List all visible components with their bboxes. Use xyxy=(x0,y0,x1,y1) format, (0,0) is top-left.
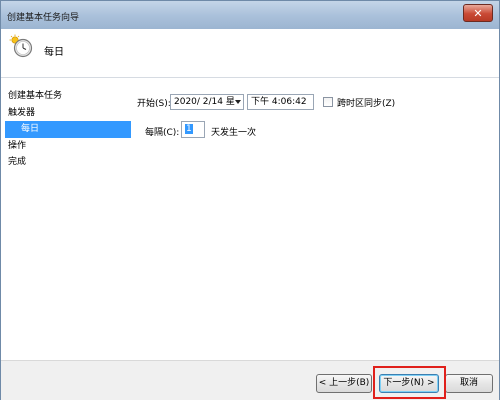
title-bar[interactable]: 创建基本任务向导 ✕ xyxy=(1,1,499,29)
page-title: 每日 xyxy=(44,47,64,58)
step-trigger: 触发器 xyxy=(8,107,36,118)
sync-timezone-label[interactable]: 跨时区同步(Z) xyxy=(337,96,395,109)
chevron-down-icon[interactable] xyxy=(235,100,241,104)
next-button-highlight xyxy=(373,366,446,399)
recur-days-input[interactable]: 1 xyxy=(181,121,205,138)
recur-days-value: 1 xyxy=(185,124,193,134)
wizard-header: 每日 xyxy=(1,29,499,78)
start-date-value: 2020/ 2/14 星 xyxy=(174,97,235,107)
step-daily: 每日 xyxy=(5,121,131,138)
step-create-basic-task: 创建基本任务 xyxy=(8,91,63,101)
start-date-picker[interactable]: 2020/ 2/14 星 xyxy=(170,94,244,110)
cancel-button[interactable]: 取消 xyxy=(445,374,493,393)
trigger-settings: 开始(S): 2020/ 2/14 星 下午 4:06:42 跨时区同步(Z) … xyxy=(137,93,497,153)
wizard-window: 创建基本任务向导 ✕ 每日 创建基本任务 触发器 每日 操作 完成 开始(S):… xyxy=(0,0,500,400)
step-finish: 完成 xyxy=(8,157,27,167)
start-time-value: 下午 4:06:42 xyxy=(251,97,307,107)
recur-suffix-label: 天发生一次 xyxy=(211,128,257,138)
clock-sun-icon xyxy=(9,34,33,58)
close-button[interactable]: ✕ xyxy=(463,4,493,22)
start-label: 开始(S): xyxy=(137,99,171,109)
recur-label: 每隔(C): xyxy=(145,128,180,138)
back-button[interactable]: < 上一步(B) xyxy=(316,374,372,393)
start-time-picker[interactable]: 下午 4:06:42 xyxy=(247,94,314,110)
step-action: 操作 xyxy=(8,140,27,151)
window-title: 创建基本任务向导 xyxy=(7,13,80,23)
wizard-step-list: 创建基本任务 触发器 每日 操作 完成 xyxy=(5,88,131,171)
close-icon: ✕ xyxy=(473,6,483,20)
sync-timezone-checkbox[interactable] xyxy=(323,97,333,107)
